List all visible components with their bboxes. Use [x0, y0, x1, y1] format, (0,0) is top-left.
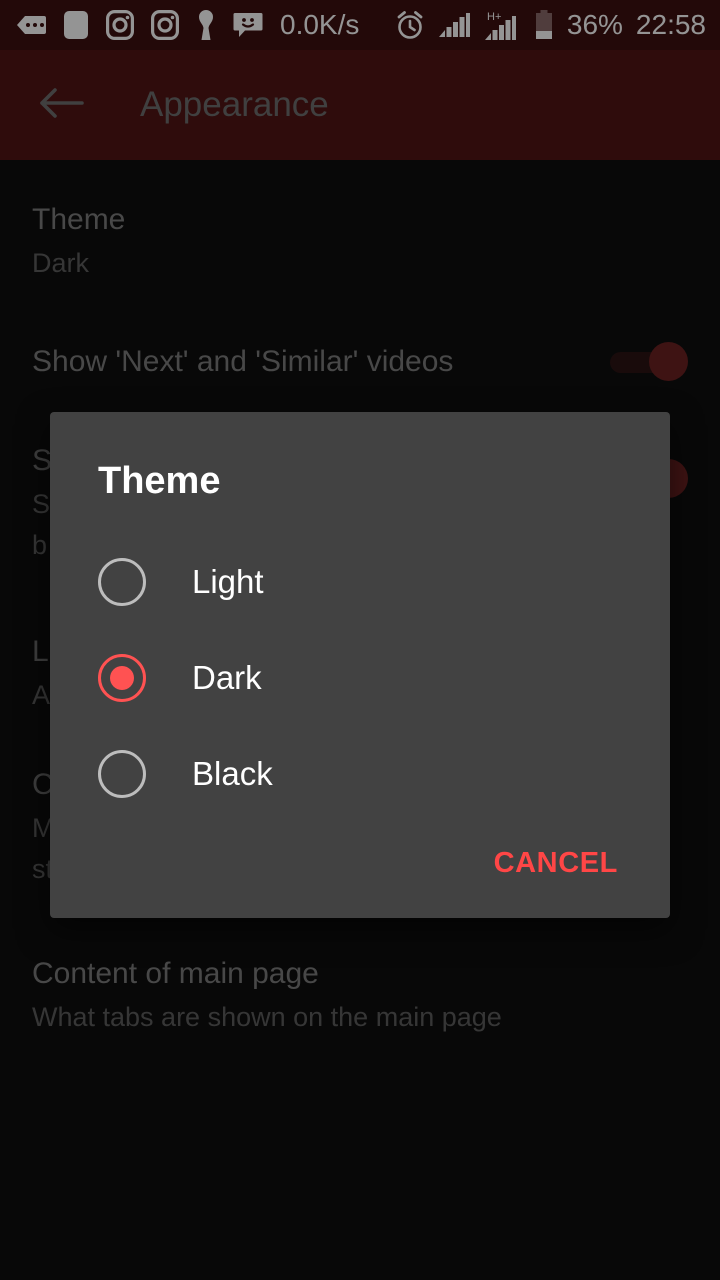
- dialog-actions: CANCEL: [480, 835, 632, 892]
- theme-option-dark-label: Dark: [192, 659, 262, 696]
- theme-dialog: Theme Light Dark Black CANCEL: [50, 412, 670, 918]
- theme-option-light-label: Light: [192, 563, 264, 600]
- theme-option-black[interactable]: Black: [50, 726, 670, 822]
- theme-option-light[interactable]: Light: [50, 534, 670, 630]
- radio-button-dark[interactable]: [98, 654, 146, 702]
- radio-dot-icon: [110, 666, 134, 690]
- cancel-button[interactable]: CANCEL: [480, 835, 632, 892]
- theme-radio-group: Light Dark Black: [50, 534, 670, 822]
- radio-button-light[interactable]: [98, 558, 146, 606]
- dialog-title: Theme: [98, 460, 221, 502]
- theme-option-dark[interactable]: Dark: [50, 630, 670, 726]
- radio-button-black[interactable]: [98, 750, 146, 798]
- phone-screen: 0.0K/s H+ 36% 22:58 Appearance Theme Dar…: [0, 0, 720, 1280]
- theme-option-black-label: Black: [192, 755, 273, 792]
